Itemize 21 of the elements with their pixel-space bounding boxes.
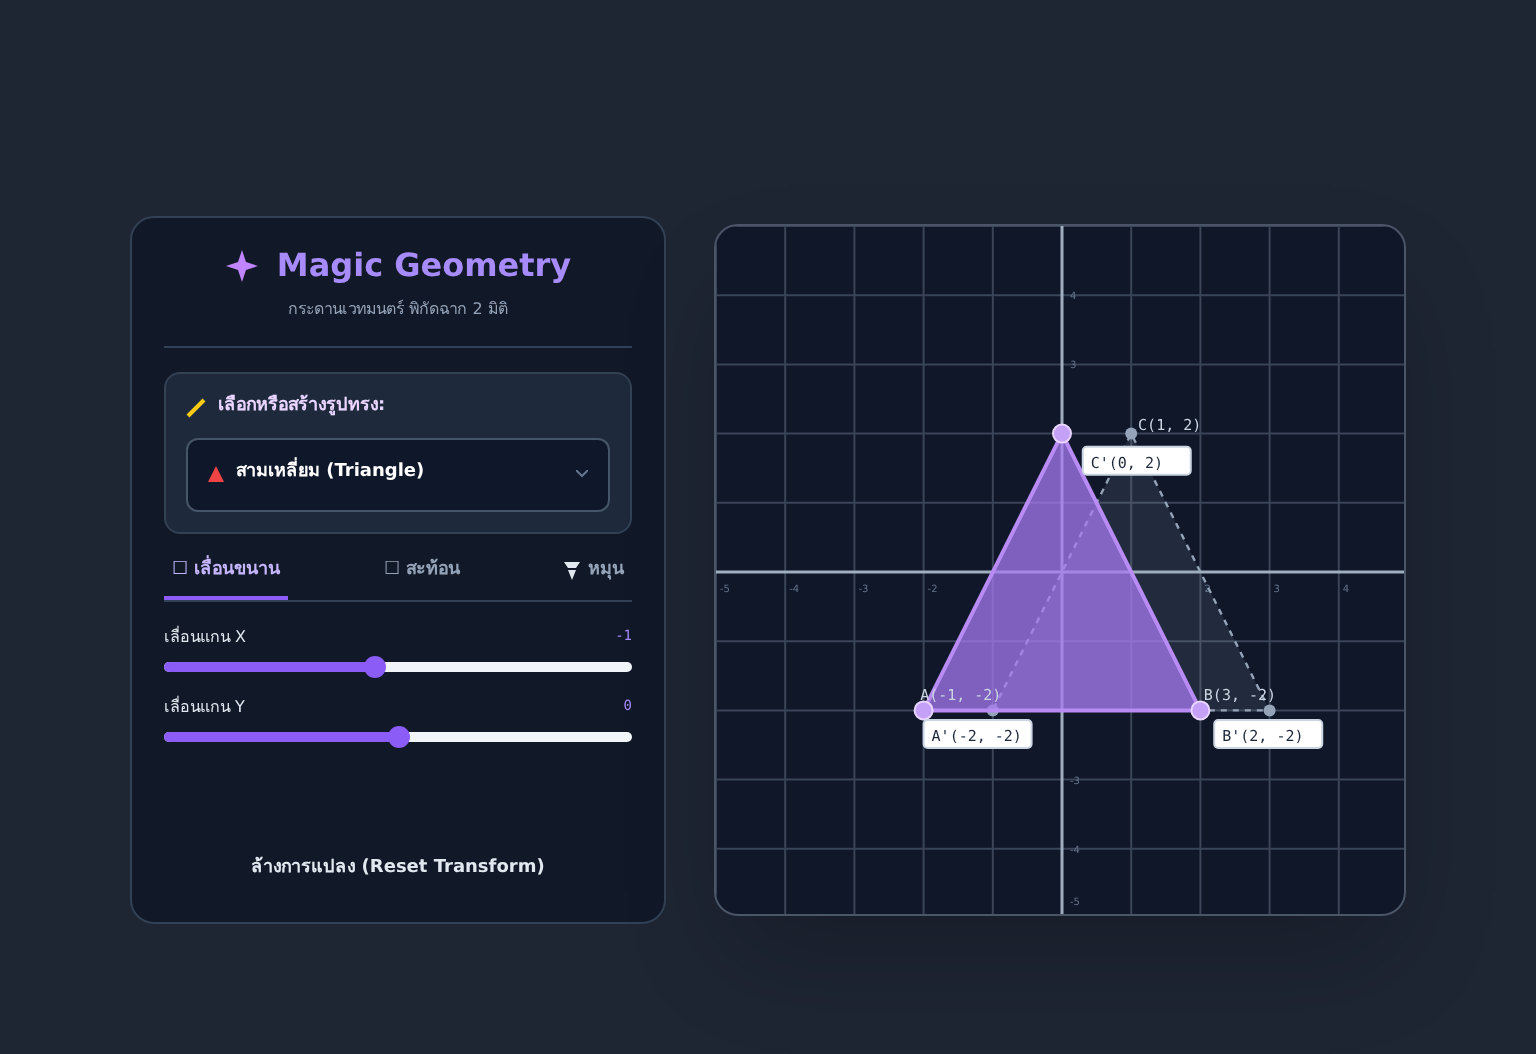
transform-tab[interactable]: ☐ สะท้อน bbox=[376, 557, 469, 600]
slider-track[interactable] bbox=[164, 732, 632, 742]
app-title: Magic Geometry bbox=[276, 244, 572, 288]
slider-thumb[interactable] bbox=[364, 656, 387, 678]
app-subtitle: กระดานเวทมนตร์ พิกัดฉาก 2 มิติ bbox=[286, 298, 510, 322]
transform-tab[interactable]: หมุน bbox=[556, 557, 632, 600]
shape-select[interactable]: สามเหลี่ยม (Triangle) bbox=[186, 437, 610, 511]
vertex-dot bbox=[1263, 704, 1276, 717]
slider-label: เลื่อนแกน X bbox=[164, 626, 247, 650]
reset-button[interactable]: ล้างการแปลง (Reset Transform) bbox=[251, 855, 545, 882]
section-label: เลือกหรือสร้างรูปทรง: bbox=[218, 394, 386, 420]
slider-track[interactable] bbox=[164, 662, 632, 672]
transform-tab[interactable]: ☐ เลื่อนขนาน bbox=[164, 557, 289, 600]
slider-thumb[interactable] bbox=[388, 726, 410, 748]
vertex-dot bbox=[1125, 427, 1138, 440]
pencil-icon bbox=[186, 397, 206, 418]
chevron-icon bbox=[576, 470, 588, 478]
sparkle-icon bbox=[224, 248, 261, 284]
tornado-icon bbox=[564, 561, 580, 580]
slider-label: เลื่อนแกน Y bbox=[164, 696, 245, 720]
triangle-icon bbox=[208, 466, 224, 482]
